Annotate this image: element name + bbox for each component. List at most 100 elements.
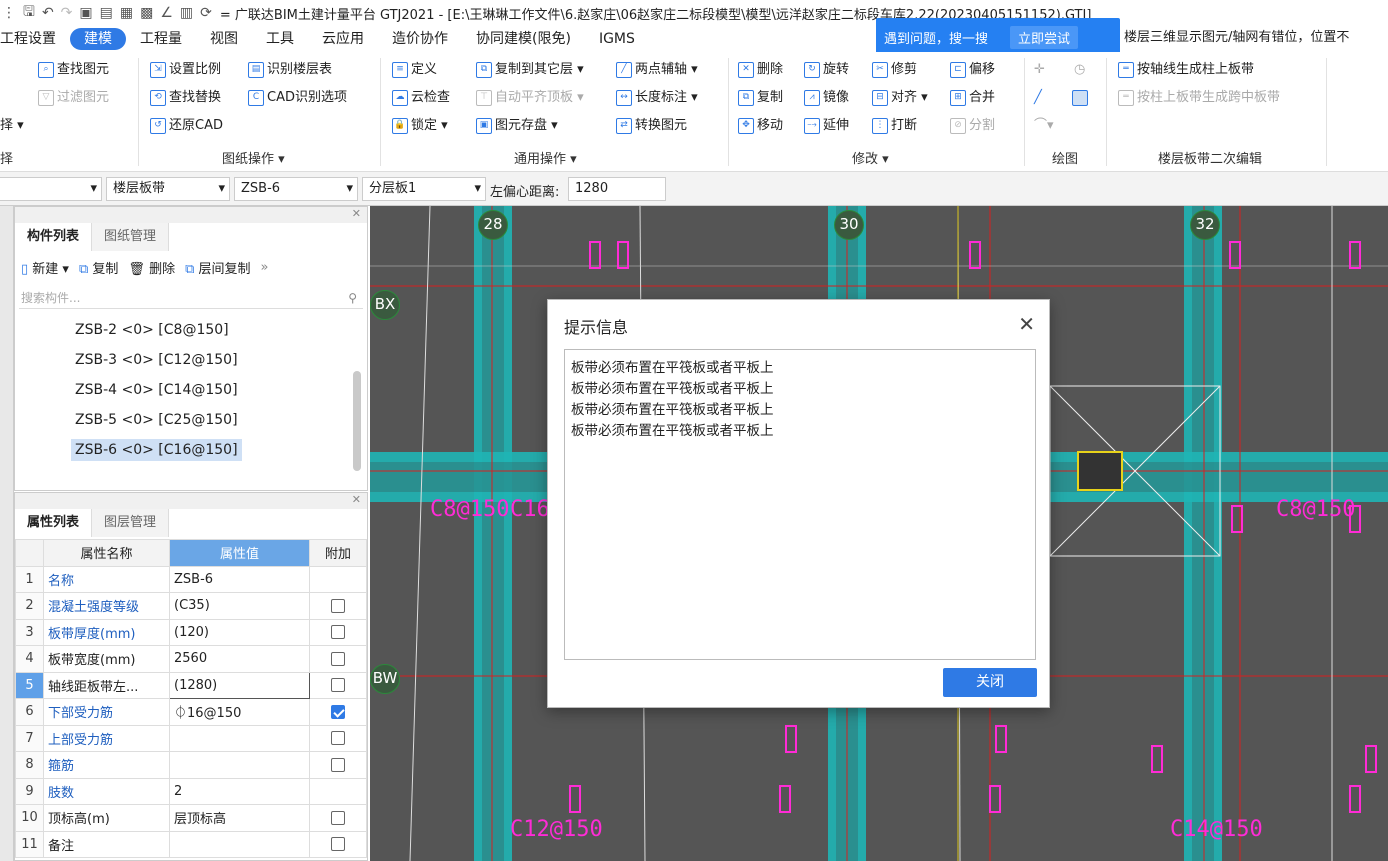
- component-type-select[interactable]: 楼层板带 ▾: [106, 177, 230, 201]
- tab-component-list[interactable]: 构件列表: [15, 223, 93, 251]
- attach-checkbox[interactable]: [331, 757, 345, 772]
- attribute-value[interactable]: [169, 724, 310, 752]
- component-item[interactable]: ZSB-4 <0> [C14@150]: [15, 375, 367, 405]
- category-select[interactable]: ▾: [0, 177, 102, 201]
- line-draw-button[interactable]: ╱: [1034, 86, 1042, 110]
- tab-attribute-list[interactable]: 属性列表: [15, 509, 93, 537]
- component-select[interactable]: ZSB-6 ▾: [234, 177, 358, 201]
- filter-element-button[interactable]: ▽ 过滤图元: [38, 86, 109, 110]
- tab-layer-management[interactable]: 图层管理: [92, 509, 170, 537]
- rect-draw-button[interactable]: [1072, 86, 1088, 110]
- attribute-value[interactable]: ZSB-6: [169, 565, 310, 593]
- component-search-input[interactable]: 搜索构件... ⚲: [19, 287, 363, 309]
- attribute-value[interactable]: [169, 830, 310, 858]
- attribute-row[interactable]: 4 板带宽度(mm) 2560: [15, 645, 367, 673]
- close-icon[interactable]: ✕: [352, 493, 361, 506]
- copy-component-button[interactable]: ⧉ 复制: [79, 258, 118, 277]
- attribute-row[interactable]: 1 名称 ZSB-6: [15, 565, 367, 593]
- menu-view[interactable]: 视图: [196, 28, 252, 50]
- auto-align-top-button[interactable]: ⊤ 自动平齐顶板 ▾: [476, 86, 584, 110]
- attribute-row[interactable]: 2 混凝土强度等级 (C35): [15, 592, 367, 620]
- layer-board-select[interactable]: 分层板1 ▾: [362, 177, 486, 201]
- measure-icon[interactable]: ∠: [160, 5, 173, 21]
- attribute-value[interactable]: 2: [169, 777, 310, 805]
- menu-collab-modeling[interactable]: 协同建模(限免): [462, 28, 585, 50]
- close-icon[interactable]: ✕: [1018, 312, 1035, 336]
- sync-icon[interactable]: ⟳: [200, 5, 212, 21]
- dialog-close-button[interactable]: 关闭: [943, 668, 1037, 697]
- two-point-aux-axis-button[interactable]: ╱ 两点辅轴 ▾: [616, 58, 698, 82]
- mirror-button[interactable]: ⩘ 镜像: [804, 86, 849, 110]
- attach-checkbox[interactable]: [331, 810, 345, 825]
- set-scale-button[interactable]: ⇲ 设置比例: [150, 58, 221, 82]
- find-element-button[interactable]: ⌕ 查找图元: [38, 58, 109, 82]
- delete-button[interactable]: ✕ 删除: [738, 58, 783, 82]
- offset-input[interactable]: 1280: [568, 177, 666, 201]
- component-item[interactable]: ZSB-2 <0> [C8@150]: [15, 315, 367, 345]
- menu-project-settings[interactable]: 工程设置: [0, 28, 70, 50]
- convert-element-button[interactable]: ⇄ 转换图元: [616, 114, 687, 138]
- undo-icon[interactable]: ↶: [42, 5, 54, 21]
- attribute-row[interactable]: 3 板带厚度(mm) (120): [15, 618, 367, 646]
- collapsed-nav-strip[interactable]: [0, 206, 14, 861]
- identify-floor-table-button[interactable]: ▤ 识别楼层表: [248, 58, 332, 82]
- app-menu-icon[interactable]: ⋮: [2, 5, 16, 21]
- cad-options-button[interactable]: C CAD识别选项: [248, 86, 347, 110]
- lock-button[interactable]: 🔒 锁定 ▾: [392, 114, 448, 138]
- menu-igms[interactable]: IGMS: [585, 28, 649, 50]
- offset-button[interactable]: ⊏ 偏移: [950, 58, 995, 82]
- attribute-value[interactable]: (1280): [169, 671, 310, 699]
- align-button[interactable]: ⊟ 对齐 ▾: [872, 86, 928, 110]
- attribute-row[interactable]: 10 顶标高(m) 层顶标高: [15, 804, 367, 832]
- table-icon[interactable]: ▥: [180, 5, 193, 21]
- break-button[interactable]: ⋮ 打断: [872, 114, 917, 138]
- menu-tools[interactable]: 工具: [252, 28, 308, 50]
- attribute-row[interactable]: 9 肢数 2: [15, 777, 367, 805]
- attach-checkbox[interactable]: [331, 598, 345, 613]
- move-button[interactable]: ✥ 移动: [738, 114, 783, 138]
- attribute-value[interactable]: 层顶标高: [169, 804, 310, 832]
- attribute-value[interactable]: ⏀16@150: [169, 698, 310, 726]
- restore-cad-button[interactable]: ↺ 还原CAD: [150, 114, 223, 138]
- attribute-row[interactable]: 11 备注: [15, 830, 367, 858]
- gen-column-band-button[interactable]: ═ 按轴线生成柱上板带: [1118, 58, 1254, 82]
- attribute-row[interactable]: 5 轴线距板带左... (1280): [15, 671, 367, 699]
- menu-quantity[interactable]: 工程量: [126, 28, 196, 50]
- copy-button[interactable]: ⧉ 复制: [738, 86, 783, 110]
- gen-middle-band-button[interactable]: ═ 按柱上板带生成跨中板带: [1118, 86, 1280, 110]
- merge-button[interactable]: ⊞ 合并: [950, 86, 995, 110]
- attach-checkbox[interactable]: [331, 837, 345, 852]
- menu-cost-collab[interactable]: 造价协作: [378, 28, 462, 50]
- split-button[interactable]: ⊘ 分割: [950, 114, 995, 138]
- summary-icon[interactable]: ▣: [79, 5, 92, 21]
- attribute-row[interactable]: 8 箍筋: [15, 751, 367, 779]
- attribute-value[interactable]: [169, 751, 310, 779]
- point-draw-button[interactable]: ✛: [1034, 58, 1045, 82]
- menu-modeling[interactable]: 建模: [70, 28, 126, 50]
- find-replace-button[interactable]: ⟲ 查找替换: [150, 86, 221, 110]
- view-icon[interactable]: ▤: [100, 5, 113, 21]
- search-icon[interactable]: ⚲: [348, 287, 357, 309]
- define-button[interactable]: ≡ 定义: [392, 58, 437, 82]
- tab-drawing-management[interactable]: 图纸管理: [92, 223, 170, 251]
- attribute-row[interactable]: 7 上部受力筋: [15, 724, 367, 752]
- rotate-button[interactable]: ↻ 旋转: [804, 58, 849, 82]
- extend-button[interactable]: ⤍ 延伸: [804, 114, 849, 138]
- arc-draw-button[interactable]: ⌒▾: [1034, 114, 1054, 138]
- new-component-button[interactable]: ▯ 新建 ▾: [21, 258, 69, 277]
- select-dropdown[interactable]: 择 ▾: [0, 114, 24, 138]
- component-item[interactable]: ZSB-3 <0> [C12@150]: [15, 345, 367, 375]
- floor-copy-button[interactable]: ⧉ 层间复制: [185, 258, 250, 277]
- try-now-button[interactable]: 立即尝试: [1010, 25, 1079, 49]
- component-item-selected[interactable]: ZSB-6 <0> [C16@150]: [15, 435, 367, 465]
- close-icon[interactable]: ✕: [352, 207, 361, 220]
- attach-checkbox[interactable]: [331, 678, 345, 693]
- redo-icon[interactable]: ↷: [61, 5, 73, 21]
- cloud-check-button[interactable]: ☁ 云检查: [392, 86, 450, 110]
- attribute-row[interactable]: 6 下部受力筋 ⏀16@150: [15, 698, 367, 726]
- length-dimension-button[interactable]: ↔ 长度标注 ▾: [616, 86, 698, 110]
- attribute-value[interactable]: (C35): [169, 592, 310, 620]
- attribute-value[interactable]: (120): [169, 618, 310, 646]
- grid-icon[interactable]: ▦: [120, 5, 133, 21]
- copy-to-other-floor-button[interactable]: ⧉ 复制到其它层 ▾: [476, 58, 584, 82]
